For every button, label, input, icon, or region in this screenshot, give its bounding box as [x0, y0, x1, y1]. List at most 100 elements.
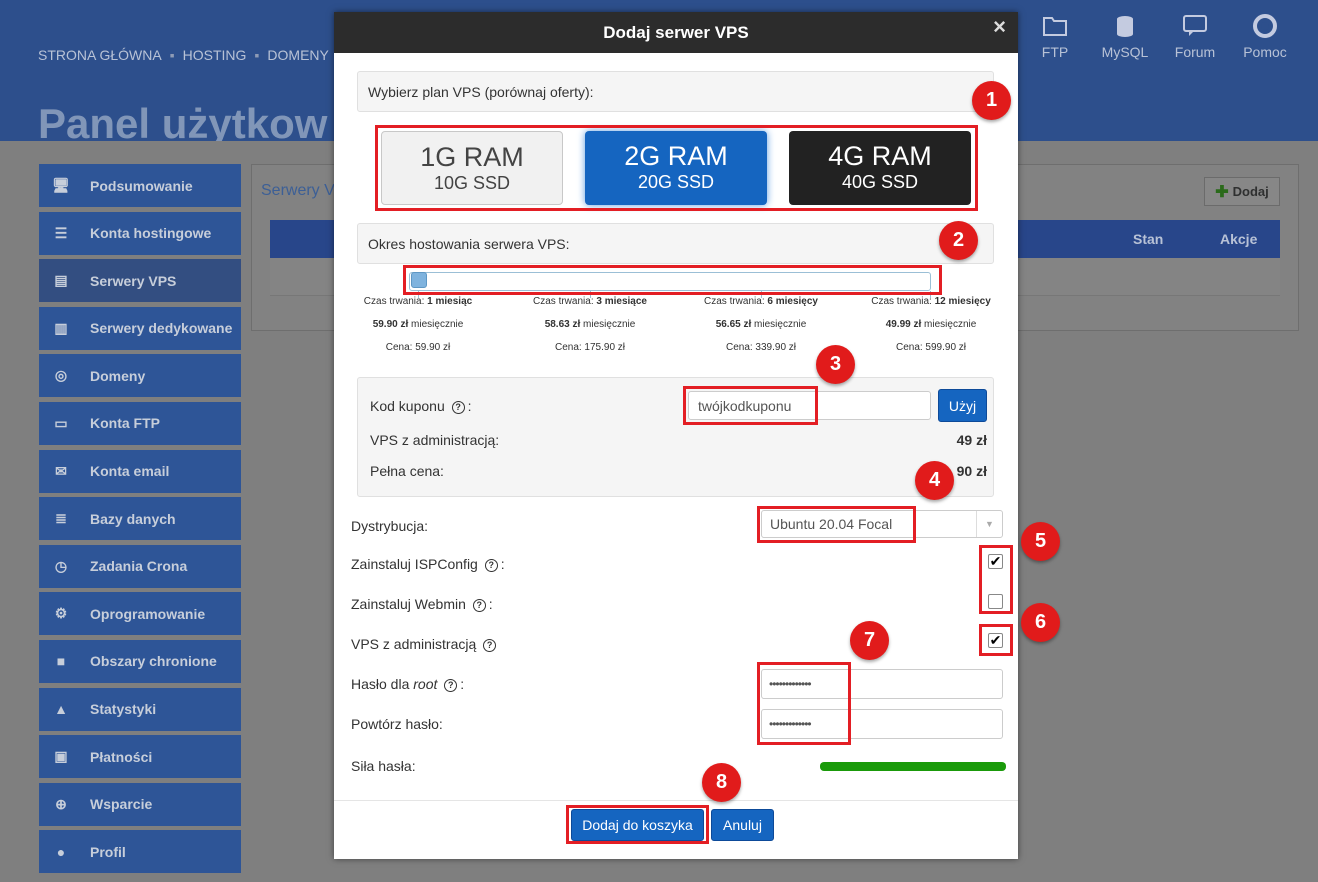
- sidebar-item-zadania-crona[interactable]: ◷ Zadania Crona: [39, 544, 241, 588]
- root-password-label-colon: :: [460, 676, 465, 692]
- clock-icon: ◷: [54, 557, 68, 574]
- period-option-2[interactable]: Czas trwania: 3 miesiące 58.63 zł miesię…: [515, 296, 665, 353]
- webmin-label-colon: :: [488, 596, 493, 612]
- database-icon: [1117, 16, 1133, 37]
- sidebar-item-label: Obszary chronione: [90, 653, 217, 670]
- period-monthly-value: 49.99 zł: [885, 319, 922, 330]
- root-password-label: Hasło dla root ?:: [351, 676, 464, 692]
- close-icon[interactable]: ×: [993, 14, 1006, 40]
- vps-admin-label: VPS z administracją ?: [351, 636, 499, 652]
- nav-forum[interactable]: Forum: [1165, 14, 1225, 60]
- sidebar-item-konta-hostingowe[interactable]: ☰ Konta hostingowe: [39, 211, 241, 255]
- period-monthly-suffix: miesięcznie: [408, 319, 464, 330]
- sidebar-item-label: Serwery VPS: [90, 272, 177, 289]
- column-header-akcje: Akcje: [1220, 231, 1258, 247]
- vps-icon: ▤: [54, 272, 68, 289]
- sidebar-item-obszary-chronione[interactable]: ■ Obszary chronione: [39, 639, 241, 683]
- sidebar-item-serwery-dedykowane[interactable]: ▥ Serwery dedykowane: [39, 306, 241, 350]
- sidebar-item-label: Zadania Crona: [90, 558, 188, 575]
- nav-hosting[interactable]: HOSTING: [183, 47, 247, 63]
- add-vps-button[interactable]: ✚ Dodaj: [1204, 177, 1280, 206]
- admin-price-value: 49 zł: [956, 432, 987, 448]
- nav-home[interactable]: STRONA GŁÓWNA: [38, 47, 162, 63]
- sidebar-item-podsumowanie[interactable]: 🖥 Podsumowanie: [39, 164, 241, 207]
- ispconfig-label-text: Zainstaluj ISPConfig: [351, 556, 478, 572]
- nav-ftp-label: FTP: [1041, 44, 1069, 60]
- database-icon: ≣: [55, 510, 67, 527]
- sidebar-item-statystyki[interactable]: ▲ Statystyki: [39, 687, 241, 731]
- webmin-label-text: Zainstaluj Webmin: [351, 596, 466, 612]
- annotation-box-add: [566, 805, 709, 844]
- sidebar-item-label: Profil: [90, 843, 126, 860]
- modal-footer-divider: [334, 800, 1018, 801]
- repeat-password-label: Powtórz hasło:: [351, 716, 443, 732]
- sidebar-item-profil[interactable]: ● Profil: [39, 830, 241, 874]
- sidebar-item-konta-ftp[interactable]: ▭ Konta FTP: [39, 401, 241, 445]
- help-icon[interactable]: ?: [484, 558, 498, 572]
- annotation-box-plans: [375, 125, 978, 211]
- ispconfig-label-colon: :: [500, 556, 505, 572]
- root-password-label-prefix: Hasło dla: [351, 676, 414, 692]
- nav-help-label: Pomoc: [1243, 44, 1287, 60]
- sidebar-item-label: Konta FTP: [90, 415, 160, 432]
- sidebar-item-wsparcie[interactable]: ⊕ Wsparcie: [39, 782, 241, 826]
- add-vps-modal: Dodaj serwer VPS × Wybierz plan VPS (por…: [334, 12, 1060, 859]
- nav-separator: ▪: [169, 47, 175, 63]
- column-header-stan: Stan: [1133, 231, 1164, 247]
- nav-domains[interactable]: DOMENY: [267, 47, 328, 63]
- period-price: Cena: 339.90 zł: [725, 342, 797, 353]
- period-duration: 6 miesięcy: [767, 296, 818, 307]
- sidebar-item-konta-email[interactable]: ✉ Konta email: [39, 449, 241, 493]
- top-navigation: STRONA GŁÓWNA ▪ HOSTING ▪ DOMENY: [38, 47, 329, 63]
- sidebar-item-label: Wsparcie: [90, 796, 153, 813]
- annotation-badge-8: 8: [702, 763, 741, 802]
- period-option-3[interactable]: Czas trwania: 6 miesięcy 56.65 zł miesię…: [686, 296, 836, 353]
- ispconfig-label: Zainstaluj ISPConfig ?:: [351, 556, 505, 572]
- folder-icon: [1043, 17, 1067, 36]
- sidebar-item-label: Serwery dedykowane: [90, 320, 233, 337]
- vps-admin-label-text: VPS z administracją: [351, 636, 477, 652]
- nav-mysql[interactable]: MySQL: [1095, 14, 1155, 60]
- nav-ftp[interactable]: FTP: [1025, 14, 1085, 60]
- sidebar-item-platnosci[interactable]: ▣ Płatności: [39, 735, 241, 779]
- period-monthly-value: 59.90 zł: [372, 319, 409, 330]
- period-monthly-suffix: miesięcznie: [751, 319, 807, 330]
- period-label-well: Okres hostowania serwera VPS:: [357, 223, 994, 264]
- sidebar-item-serwery-vps[interactable]: ▤ Serwery VPS: [39, 259, 241, 303]
- sidebar-item-label: Konta hostingowe: [90, 225, 212, 242]
- sidebar-item-oprogramowanie[interactable]: ⚙ Oprogramowanie: [39, 592, 241, 636]
- help-icon[interactable]: ?: [472, 598, 486, 612]
- monitor-icon: 🖥: [52, 177, 70, 193]
- panel-title: Serwery V: [261, 182, 335, 199]
- chevron-down-icon[interactable]: ▼: [976, 511, 1002, 537]
- period-price: Cena: 59.90 zł: [385, 342, 451, 353]
- period-duration-prefix: Czas trwania:: [871, 296, 935, 307]
- sidebar: 🖥 Podsumowanie ☰ Konta hostingowe ▤ Serwery…: [39, 164, 241, 878]
- period-option-1[interactable]: Czas trwania: 1 miesiąc 59.90 zł miesięc…: [343, 296, 493, 353]
- period-monthly-suffix: miesięcznie: [580, 319, 636, 330]
- webmin-label: Zainstaluj Webmin ?:: [351, 596, 493, 612]
- sidebar-item-bazy-danych[interactable]: ≣ Bazy danych: [39, 497, 241, 541]
- email-icon: ✉: [55, 462, 67, 479]
- period-duration-prefix: Czas trwania:: [704, 296, 768, 307]
- sidebar-item-label: Konta email: [90, 463, 170, 480]
- folder-icon: ▭: [54, 414, 68, 431]
- plan-label-well: Wybierz plan VPS (porównaj oferty):: [357, 71, 994, 112]
- coupon-label: Kod kuponu ?:: [370, 398, 472, 414]
- annotation-box-distro: [757, 506, 916, 543]
- period-monthly-value: 56.65 zł: [715, 319, 752, 330]
- period-option-4[interactable]: Czas trwania: 12 miesięcy 49.99 zł miesi…: [856, 296, 1006, 353]
- period-price: Cena: 599.90 zł: [895, 342, 967, 353]
- sidebar-item-label: Oprogramowanie: [90, 605, 206, 622]
- dedicated-icon: ▥: [54, 319, 68, 336]
- cancel-button[interactable]: Anuluj: [711, 809, 774, 841]
- chart-icon: ▲: [54, 701, 68, 718]
- period-label: Okres hostowania serwera VPS:: [368, 236, 570, 252]
- sidebar-item-domeny[interactable]: ◎ Domeny: [39, 354, 241, 398]
- help-icon[interactable]: ?: [483, 638, 497, 652]
- help-icon[interactable]: ?: [451, 400, 465, 414]
- help-icon[interactable]: ?: [444, 678, 458, 692]
- apply-coupon-button[interactable]: Użyj: [938, 389, 987, 422]
- annotation-badge-1: 1: [972, 81, 1011, 120]
- nav-help[interactable]: Pomoc: [1235, 14, 1295, 60]
